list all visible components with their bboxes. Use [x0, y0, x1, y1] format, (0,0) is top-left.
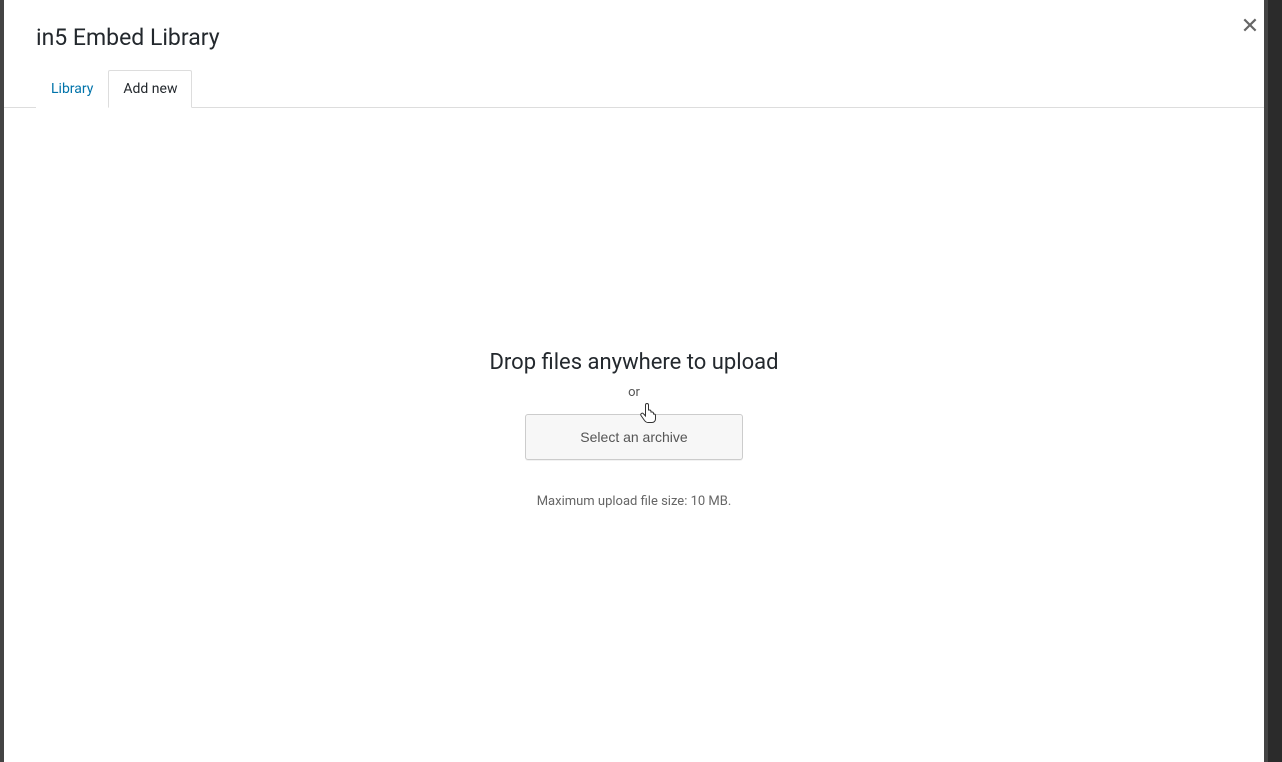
- tab-library[interactable]: Library: [36, 70, 108, 108]
- tab-add-new-label: Add new: [123, 81, 177, 97]
- modal-title: in5 Embed Library: [36, 24, 1232, 51]
- select-archive-button[interactable]: Select an archive: [525, 414, 742, 460]
- modal-dialog: ✕ in5 Embed Library Library Add new Drop…: [4, 0, 1264, 762]
- max-upload-size: Maximum upload file size: 10 MB.: [537, 494, 732, 509]
- tab-add-new[interactable]: Add new: [108, 70, 192, 108]
- drop-heading: Drop files anywhere to upload: [489, 350, 778, 375]
- modal-header: in5 Embed Library: [4, 0, 1264, 51]
- tabs-container: Library Add new: [4, 69, 1264, 108]
- select-archive-label: Select an archive: [580, 429, 687, 445]
- tab-library-label: Library: [51, 81, 93, 97]
- or-text: or: [628, 385, 640, 400]
- upload-dropzone[interactable]: Drop files anywhere to upload or Select …: [4, 108, 1264, 710]
- scrollbar-track[interactable]: [1268, 0, 1282, 762]
